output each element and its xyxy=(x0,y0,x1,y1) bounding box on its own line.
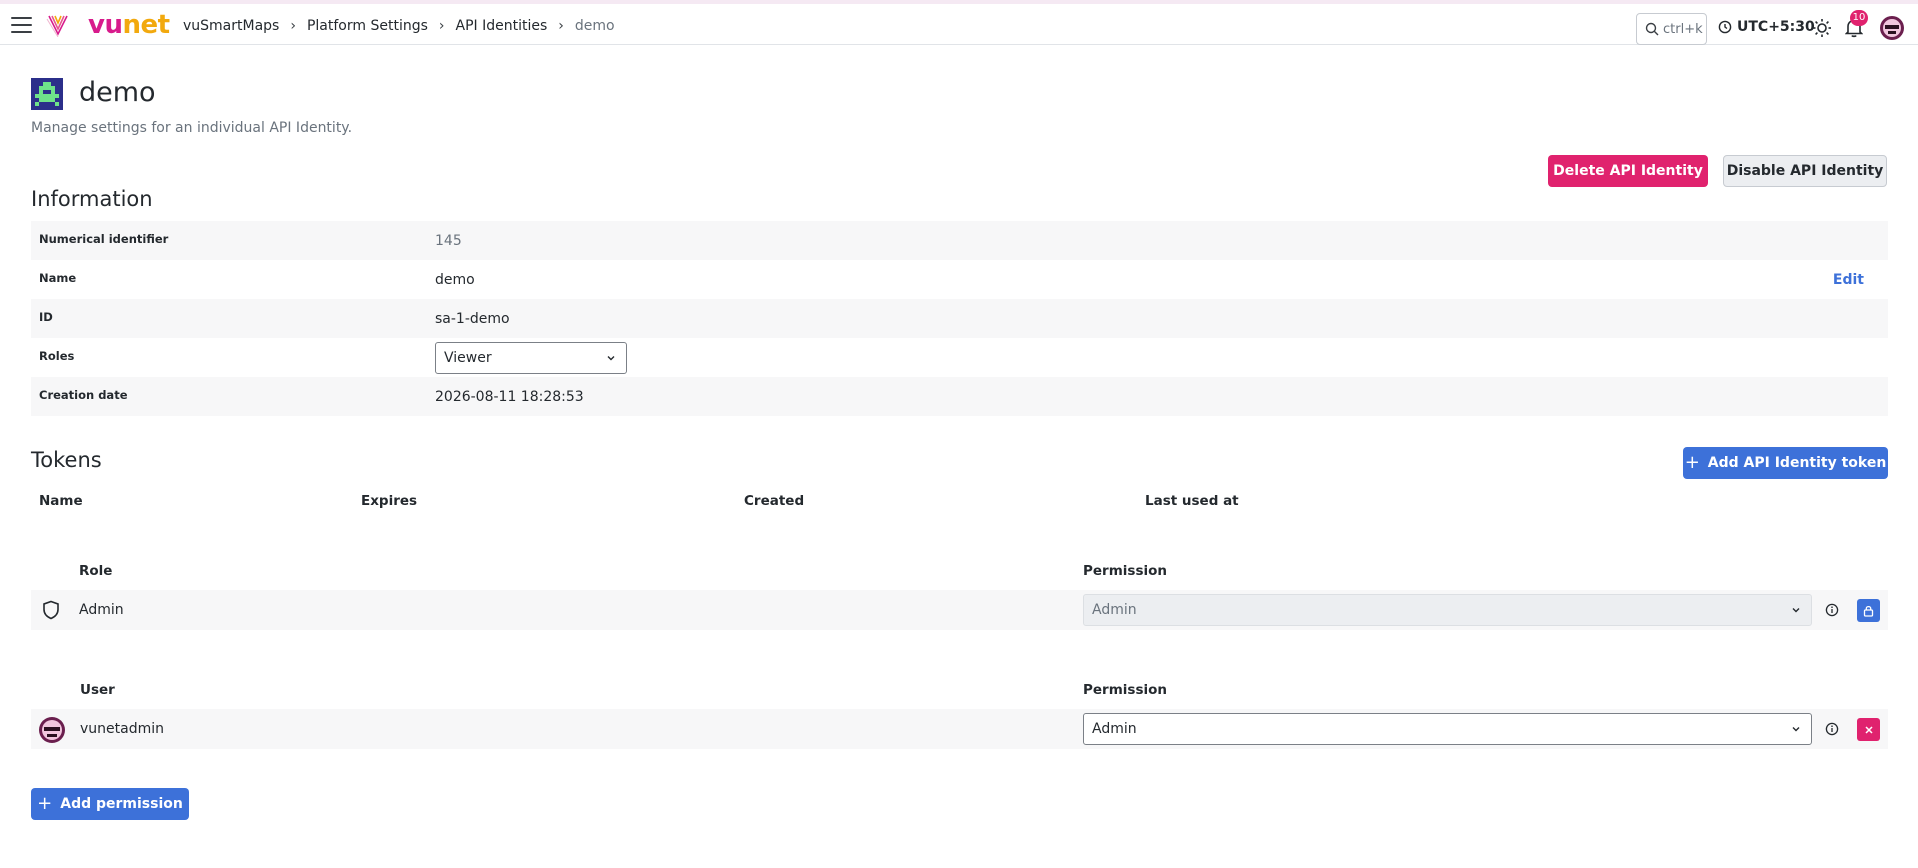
information-heading: Information xyxy=(31,187,153,211)
tokens-heading: Tokens xyxy=(31,448,102,472)
info-icon[interactable] xyxy=(1825,722,1839,736)
breadcrumb-item-api-identities[interactable]: API Identities xyxy=(456,17,548,35)
chevron-right-icon: › xyxy=(290,18,296,34)
avatar[interactable] xyxy=(1880,16,1904,40)
user-permission-value: Admin xyxy=(1092,721,1137,737)
tokens-col-last-used: Last used at xyxy=(1145,493,1239,509)
menu-icon[interactable] xyxy=(11,17,32,33)
chevron-down-icon xyxy=(1792,727,1800,732)
roles-select-value: Viewer xyxy=(444,350,492,366)
tokens-col-created: Created xyxy=(744,493,805,509)
chevron-down-icon xyxy=(607,356,615,361)
sun-icon[interactable] xyxy=(1812,18,1832,38)
timezone-label: UTC+5:30 xyxy=(1737,19,1815,35)
add-permission-label: Add permission xyxy=(60,796,183,812)
info-label: ID xyxy=(39,310,53,324)
info-value: sa-1-demo xyxy=(435,311,510,327)
info-row-roles: Roles Viewer xyxy=(31,338,1888,377)
top-navbar: vunet vuSmartMaps › Platform Settings › … xyxy=(0,4,1918,45)
lock-icon xyxy=(1863,605,1874,617)
delete-api-identity-button[interactable]: Delete API Identity xyxy=(1548,155,1708,187)
info-label: Name xyxy=(39,271,77,285)
clock-icon xyxy=(1718,20,1732,34)
breadcrumb-item-vusmartmaps[interactable]: vuSmartMaps xyxy=(183,17,279,35)
role-name: Admin xyxy=(79,602,124,618)
permissions-col-role: Role xyxy=(79,563,113,579)
user-avatar-icon xyxy=(1880,16,1904,40)
info-row-name: Name demo Edit xyxy=(31,260,1888,299)
edit-name-link[interactable]: Edit xyxy=(1833,272,1864,288)
breadcrumb-current: demo xyxy=(574,18,615,34)
permissions-col-user: User xyxy=(80,682,115,698)
search-placeholder: ctrl+k xyxy=(1663,21,1703,37)
search-input[interactable]: ctrl+k xyxy=(1636,13,1707,45)
notification-badge: 10 xyxy=(1850,10,1868,26)
plus-icon: + xyxy=(1684,452,1700,473)
disable-api-identity-button[interactable]: Disable API Identity xyxy=(1723,155,1887,187)
permission-row-user: vunetadmin Admin xyxy=(31,709,1888,749)
close-icon xyxy=(1864,725,1873,734)
vunet-logo-text[interactable]: vunet xyxy=(88,10,170,40)
info-value: demo xyxy=(435,272,475,288)
info-value: 145 xyxy=(435,233,462,249)
user-avatar-icon xyxy=(39,717,65,743)
permissions-col-permission-user: Permission xyxy=(1083,682,1167,698)
timezone-picker[interactable]: UTC+5:30 xyxy=(1718,19,1815,35)
info-icon[interactable] xyxy=(1825,603,1839,617)
info-label: Creation date xyxy=(39,388,128,402)
user-permission-select[interactable]: Admin xyxy=(1083,713,1812,745)
role-permission-value: Admin xyxy=(1092,602,1137,618)
page-subtitle: Manage settings for an individual API Id… xyxy=(31,120,353,136)
plus-icon: + xyxy=(37,793,53,814)
tokens-col-expires: Expires xyxy=(361,493,418,509)
api-identity-avatar-icon xyxy=(31,78,63,110)
tokens-col-name: Name xyxy=(39,493,83,509)
breadcrumb-item-platform-settings[interactable]: Platform Settings xyxy=(307,17,428,35)
permission-row-role: Admin Admin xyxy=(31,590,1888,630)
remove-permission-button[interactable] xyxy=(1857,718,1880,741)
breadcrumb: vuSmartMaps › Platform Settings › API Id… xyxy=(183,17,615,35)
chevron-right-icon: › xyxy=(558,18,564,34)
info-row-numerical-identifier: Numerical identifier 145 xyxy=(31,221,1888,260)
permissions-col-permission: Permission xyxy=(1083,563,1167,579)
page-title: demo xyxy=(79,77,156,108)
add-api-identity-token-button[interactable]: + Add API Identity token xyxy=(1683,447,1888,479)
shield-icon xyxy=(43,600,59,620)
add-permission-button[interactable]: + Add permission xyxy=(31,788,189,820)
info-row-id: ID sa-1-demo xyxy=(31,299,1888,338)
chevron-right-icon: › xyxy=(438,18,445,34)
info-label: Roles xyxy=(39,349,75,363)
info-value: 2026-08-11 18:28:53 xyxy=(435,389,584,405)
chevron-down-icon xyxy=(1792,608,1800,613)
user-name: vunetadmin xyxy=(80,721,164,737)
avatar xyxy=(39,717,65,743)
search-icon xyxy=(1645,22,1659,36)
roles-select[interactable]: Viewer xyxy=(435,342,627,374)
vunet-logo-icon[interactable] xyxy=(46,13,70,37)
role-permission-select: Admin xyxy=(1083,594,1812,626)
add-token-label: Add API Identity token xyxy=(1707,455,1887,471)
info-label: Numerical identifier xyxy=(39,232,169,246)
info-row-creation-date: Creation date 2026-08-11 18:28:53 xyxy=(31,377,1888,416)
locked-permission-button[interactable] xyxy=(1857,599,1880,622)
